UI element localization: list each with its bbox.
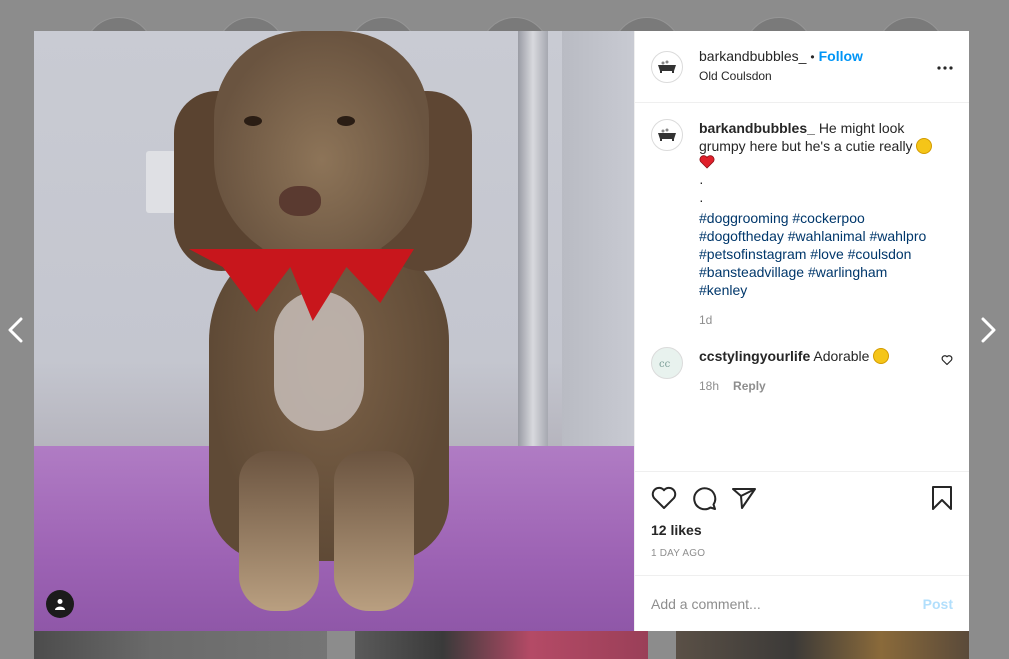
like-comment-button[interactable] <box>941 353 953 395</box>
grid-thumbnail[interactable] <box>355 631 648 659</box>
follow-button[interactable]: Follow <box>819 48 863 64</box>
likes-count[interactable]: 12 likes <box>651 522 953 538</box>
red-heart-emoji-icon <box>699 155 715 169</box>
bathtub-logo-icon <box>658 128 676 141</box>
post-actions: 12 likes 1 DAY AGO <box>635 471 969 575</box>
save-button[interactable] <box>931 480 953 516</box>
background-pole <box>518 31 548 501</box>
chevron-right-icon <box>981 317 996 343</box>
grid-thumbnail[interactable] <box>676 631 969 659</box>
previous-post-button[interactable] <box>0 315 30 345</box>
reply-button[interactable]: Reply <box>733 377 766 395</box>
more-options-icon <box>937 66 953 70</box>
post-modal: barkandbubbles_ • Follow Old Coulsdon bark… <box>34 31 969 631</box>
post-photo[interactable] <box>34 31 634 631</box>
dog-leg <box>334 451 414 611</box>
add-comment-form: Post <box>635 575 969 631</box>
post-timestamp[interactable]: 1 DAY AGO <box>651 548 953 559</box>
dog-head <box>214 31 429 266</box>
caption-age[interactable]: 1d <box>699 311 939 329</box>
dog-eye <box>244 116 262 126</box>
dog-chest <box>274 291 364 431</box>
svg-text:cc: cc <box>659 359 671 369</box>
avatar[interactable] <box>651 119 683 151</box>
next-post-button[interactable] <box>974 315 1004 345</box>
caption-username[interactable]: barkandbubbles_ <box>699 120 815 136</box>
rofl-emoji-icon <box>916 138 933 154</box>
comment-button[interactable] <box>691 480 731 516</box>
dog-eye <box>337 116 355 126</box>
post-username[interactable]: barkandbubbles_ <box>699 48 806 64</box>
comment-text: Adorable <box>813 348 870 364</box>
post-comment-button[interactable]: Post <box>923 596 953 612</box>
heart-icon <box>651 486 677 509</box>
avatar[interactable]: cc <box>651 347 683 379</box>
user-tag-icon <box>55 599 65 610</box>
wall-socket <box>146 151 176 213</box>
chevron-left-icon <box>8 317 23 343</box>
more-options-button[interactable] <box>937 57 953 75</box>
post-location[interactable]: Old Coulsdon <box>699 67 863 86</box>
comments-section: barkandbubbles_ He might look grumpy her… <box>635 103 969 471</box>
caption-dot: · <box>699 174 704 190</box>
comment-icon <box>693 487 717 511</box>
comment-item: cc ccstylingyourlife Adorable 18h Reply <box>651 347 953 395</box>
dog-nose <box>279 186 321 216</box>
star-struck-emoji-icon <box>873 348 890 364</box>
send-icon <box>732 488 756 509</box>
bathtub-logo-icon <box>658 60 676 73</box>
dog-leg <box>239 451 319 611</box>
post-header: barkandbubbles_ • Follow Old Coulsdon <box>635 31 969 103</box>
bookmark-icon <box>932 486 952 510</box>
caption-dot: · <box>699 192 704 208</box>
heart-icon <box>941 355 953 366</box>
comment-input[interactable] <box>651 595 923 612</box>
share-button[interactable] <box>731 480 771 516</box>
comment-age[interactable]: 18h <box>699 377 719 395</box>
tagged-users-button[interactable] <box>46 590 74 618</box>
caption: barkandbubbles_ He might look grumpy her… <box>651 119 953 329</box>
like-button[interactable] <box>651 480 691 516</box>
post-sidebar: barkandbubbles_ • Follow Old Coulsdon bark… <box>634 31 969 631</box>
comment-username[interactable]: ccstylingyourlife <box>699 348 810 364</box>
avatar[interactable] <box>651 50 683 83</box>
commenter-logo-icon: cc <box>659 359 671 369</box>
grid-thumbnail[interactable] <box>34 631 327 659</box>
hashtags[interactable]: #doggrooming #cockerpoo #dogoftheday #wa… <box>699 209 939 299</box>
separator-dot: • <box>810 50 815 64</box>
